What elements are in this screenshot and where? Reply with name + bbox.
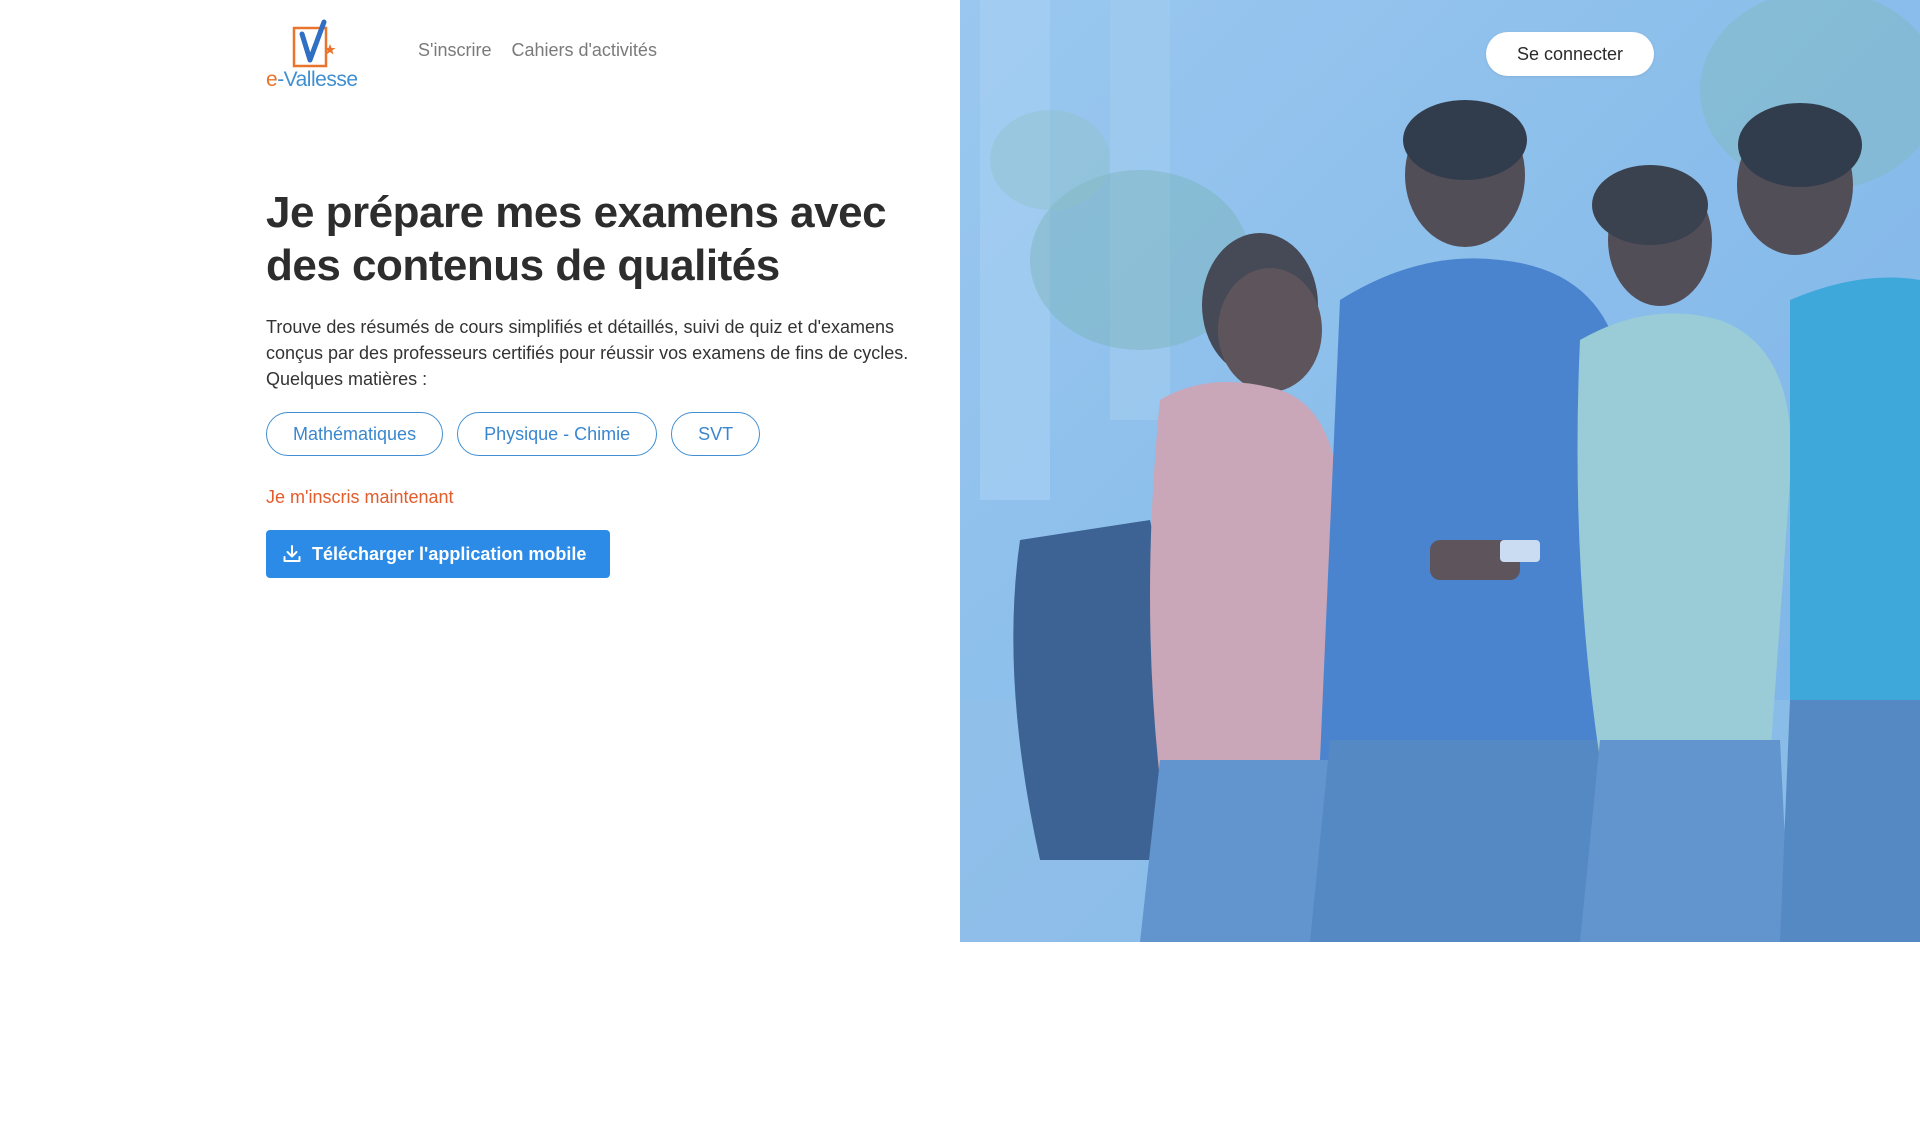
- subject-pill-svt[interactable]: SVT: [671, 412, 761, 456]
- main-nav: S'inscrire Cahiers d'activités: [418, 40, 657, 61]
- logo-mark-icon: [292, 19, 336, 68]
- hero-title: Je prépare mes examens avec des contenus…: [266, 188, 887, 290]
- download-app-button[interactable]: Télécharger l'application mobile: [266, 530, 610, 578]
- subject-pill-physics-chemistry[interactable]: Physique - Chimie: [457, 412, 658, 456]
- nav-item-signup[interactable]: S'inscrire: [418, 40, 491, 61]
- download-app-label: Télécharger l'application mobile: [312, 543, 587, 564]
- logo[interactable]: e-Vallesse: [266, 18, 358, 92]
- subject-pills: Mathématiques Physique - Chimie SVT: [266, 412, 761, 456]
- logo-text-prefix: e: [266, 68, 278, 91]
- logo-text-suffix: -Vallesse: [277, 68, 358, 91]
- download-icon: [283, 545, 301, 562]
- subject-pill-maths[interactable]: Mathématiques: [266, 412, 444, 456]
- nav-item-activity-books[interactable]: Cahiers d'activités: [511, 40, 657, 61]
- login-button[interactable]: Se connecter: [1486, 32, 1654, 76]
- hero-image-students: [960, 0, 1920, 942]
- hero-description: Trouve des résumés de cours simplifiés e…: [266, 317, 909, 389]
- logo-text: e-Vallesse: [266, 68, 358, 92]
- signup-now-link[interactable]: Je m'inscris maintenant: [266, 487, 454, 508]
